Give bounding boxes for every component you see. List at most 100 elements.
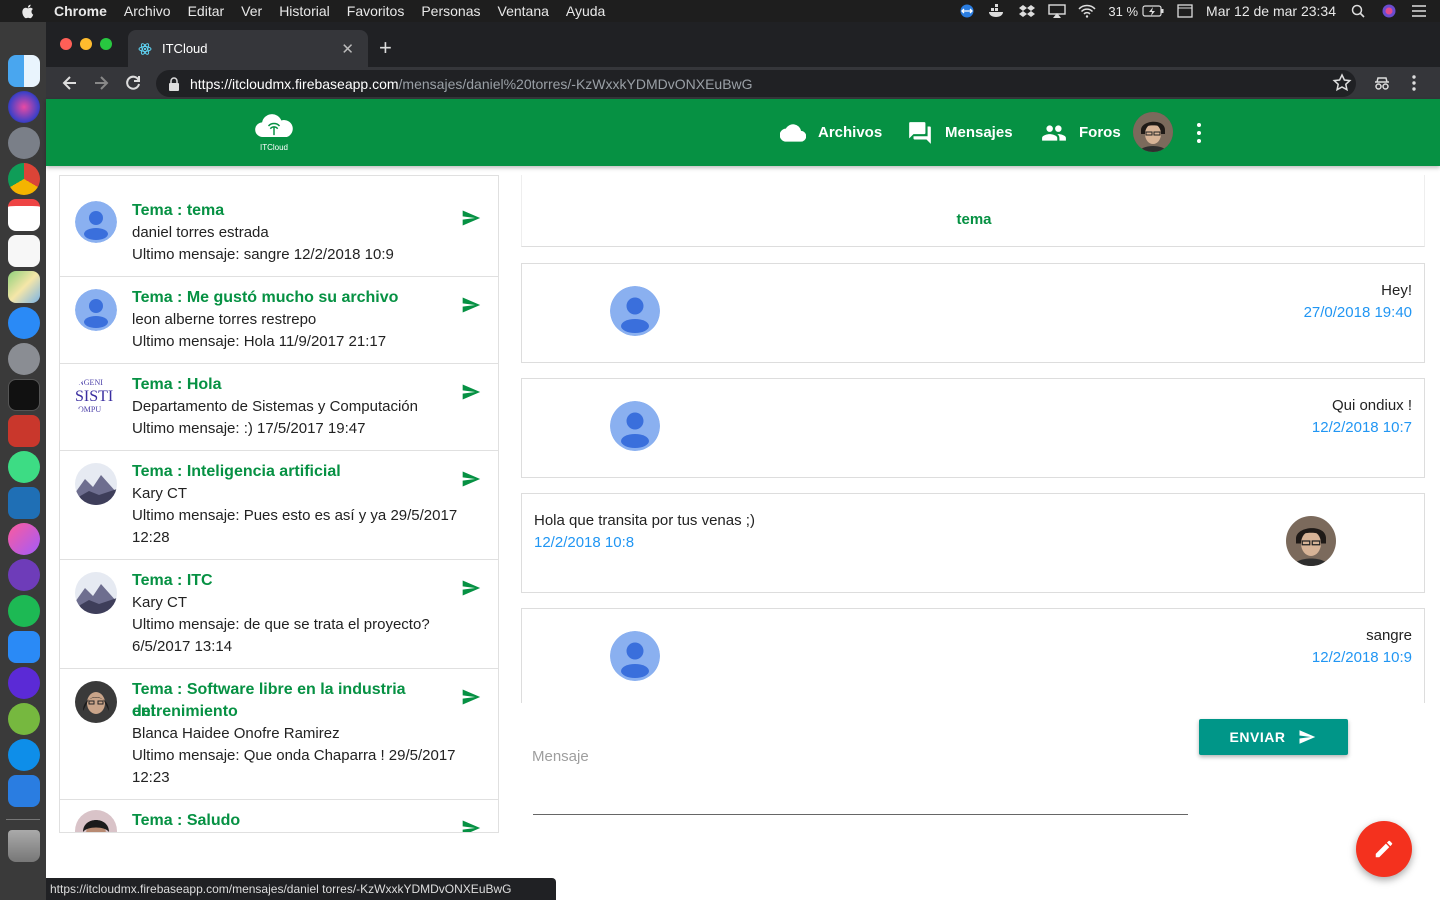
terminal-icon[interactable] — [8, 379, 40, 411]
default-avatar — [75, 289, 117, 331]
thread-item[interactable]: Tema : ITC Kary CT Ultimo mensaje: de qu… — [60, 560, 498, 669]
vscode-icon[interactable] — [8, 487, 40, 519]
transmit-icon[interactable] — [8, 775, 40, 807]
calendar-icon[interactable] — [8, 199, 40, 231]
thread-item[interactable]: Tema : Inteligencia artificial Kary CT U… — [60, 451, 498, 560]
address-bar[interactable]: https://itcloudmx.firebaseapp.com/mensaj… — [156, 70, 1356, 97]
reload-icon[interactable] — [123, 73, 143, 93]
launchpad-icon[interactable] — [8, 127, 40, 159]
siri-icon[interactable] — [8, 91, 40, 123]
menu-historial[interactable]: Historial — [279, 3, 330, 19]
thread-author: Kary CT — [132, 485, 188, 502]
menu-ventana[interactable]: Ventana — [498, 3, 549, 19]
battery-icon[interactable] — [1142, 4, 1164, 18]
tab-close-icon[interactable]: ✕ — [341, 40, 354, 58]
calendar-tray-icon[interactable] — [1176, 4, 1194, 18]
bookmark-star-icon[interactable] — [1332, 73, 1352, 93]
thread-item[interactable]: Tema : Saludo — [60, 800, 498, 833]
svg-text:SISTI: SISTI — [75, 388, 113, 405]
menu-editar[interactable]: Editar — [188, 3, 225, 19]
incognito-extension-icon[interactable] — [1372, 73, 1392, 93]
chrome-icon[interactable] — [8, 163, 40, 195]
cloud-logo-icon — [255, 114, 293, 138]
window-close-button[interactable] — [60, 38, 72, 50]
forward-icon[interactable] — [91, 73, 111, 93]
menu-personas[interactable]: Personas — [421, 3, 480, 19]
dock-separator — [6, 819, 40, 820]
itcloud-logo[interactable]: ITCloud — [250, 112, 298, 154]
user-avatar[interactable] — [1133, 112, 1173, 152]
system-preferences-icon[interactable] — [8, 343, 40, 375]
message-text: sangre — [1366, 627, 1412, 644]
landscape-photo — [75, 463, 117, 505]
siri-tray-icon[interactable] — [1380, 4, 1398, 18]
chrome-menu-icon[interactable] — [1404, 73, 1424, 93]
teamviewer-tray-icon[interactable] — [958, 4, 976, 18]
menu-ayuda[interactable]: Ayuda — [566, 3, 605, 19]
nav-foros[interactable]: Foros — [1041, 99, 1121, 166]
clock[interactable]: Mar 12 de mar 23:34 — [1206, 3, 1336, 19]
send-icon[interactable] — [460, 469, 482, 489]
send-icon[interactable] — [460, 295, 482, 315]
message-time: 12/2/2018 10:9 — [1311, 649, 1412, 666]
send-icon[interactable] — [460, 818, 482, 833]
message-input[interactable]: Mensaje — [532, 748, 589, 765]
send-button[interactable]: ENVIAR — [1199, 719, 1348, 755]
keynote-icon[interactable] — [8, 631, 40, 663]
wifi-tray-icon[interactable] — [1078, 4, 1096, 18]
browser-tab[interactable]: ITCloud ✕ — [128, 30, 368, 67]
thread-item[interactable]: Tema : tema daniel torres estrada Ultimo… — [60, 176, 498, 277]
landscape-avatar — [75, 463, 117, 505]
reminders-icon[interactable] — [8, 235, 40, 267]
send-icon[interactable] — [460, 382, 482, 402]
thread-author: Kary CT — [132, 594, 188, 611]
window-minimize-button[interactable] — [80, 38, 92, 50]
app-store-icon[interactable] — [8, 307, 40, 339]
nav-archivos[interactable]: Archivos — [780, 99, 882, 166]
nav-mensajes[interactable]: Mensajes — [907, 99, 1013, 166]
notification-center-icon[interactable] — [1410, 4, 1428, 18]
airplay-tray-icon[interactable] — [1048, 4, 1067, 18]
thread-item[interactable]: Tema : Me gustó mucho su archivo leon al… — [60, 277, 498, 364]
github-desktop-icon[interactable] — [8, 559, 40, 591]
message-card: Hey! 27/0/2018 19:40 — [521, 263, 1425, 363]
compose-fab[interactable] — [1356, 821, 1412, 877]
spotlight-search-icon[interactable] — [1350, 4, 1368, 18]
teamviewer-icon[interactable] — [8, 739, 40, 771]
utorrent-icon[interactable] — [8, 703, 40, 735]
itunes-icon[interactable] — [8, 523, 40, 555]
thread-item[interactable]: Tema : Software libre en la industria de… — [60, 669, 498, 800]
landscape-photo — [75, 572, 117, 614]
back-icon[interactable] — [60, 73, 80, 93]
menu-archivo[interactable]: Archivo — [124, 3, 171, 19]
send-icon[interactable] — [460, 208, 482, 228]
imovie-icon[interactable] — [8, 667, 40, 699]
new-tab-button[interactable]: + — [379, 35, 392, 61]
spotify-icon[interactable] — [8, 595, 40, 627]
lock-icon[interactable] — [168, 76, 180, 91]
menu-ver[interactable]: Ver — [241, 3, 262, 19]
menu-app-name[interactable]: Chrome — [54, 3, 107, 19]
apple-icon[interactable] — [20, 3, 36, 19]
person-icon — [75, 201, 117, 243]
thread-author: Departamento de Sistemas y Computación — [132, 398, 418, 415]
user-photo — [1133, 112, 1173, 152]
trash-icon[interactable] — [8, 830, 40, 862]
message-time: 12/2/2018 10:8 — [534, 534, 635, 551]
window-zoom-button[interactable] — [100, 38, 112, 50]
default-avatar — [610, 631, 660, 681]
android-studio-icon[interactable] — [8, 451, 40, 483]
maps-icon[interactable] — [8, 271, 40, 303]
thread-title: Tema : Saludo — [132, 812, 241, 829]
thread-item[interactable]: NGENI SISTI OMPU Tema : Hola Departamento … — [60, 364, 498, 451]
menu-favoritos[interactable]: Favoritos — [347, 3, 405, 19]
more-vert-icon[interactable] — [1194, 121, 1204, 145]
docker-tray-icon[interactable] — [988, 4, 1006, 18]
send-icon[interactable] — [460, 578, 482, 598]
dropbox-tray-icon[interactable] — [1018, 4, 1036, 18]
finder-icon[interactable] — [8, 55, 40, 87]
default-avatar — [610, 401, 660, 451]
photo-booth-icon[interactable] — [8, 415, 40, 447]
browser-toolbar: https://itcloudmx.firebaseapp.com/mensaj… — [46, 67, 1440, 99]
send-icon[interactable] — [460, 687, 482, 707]
